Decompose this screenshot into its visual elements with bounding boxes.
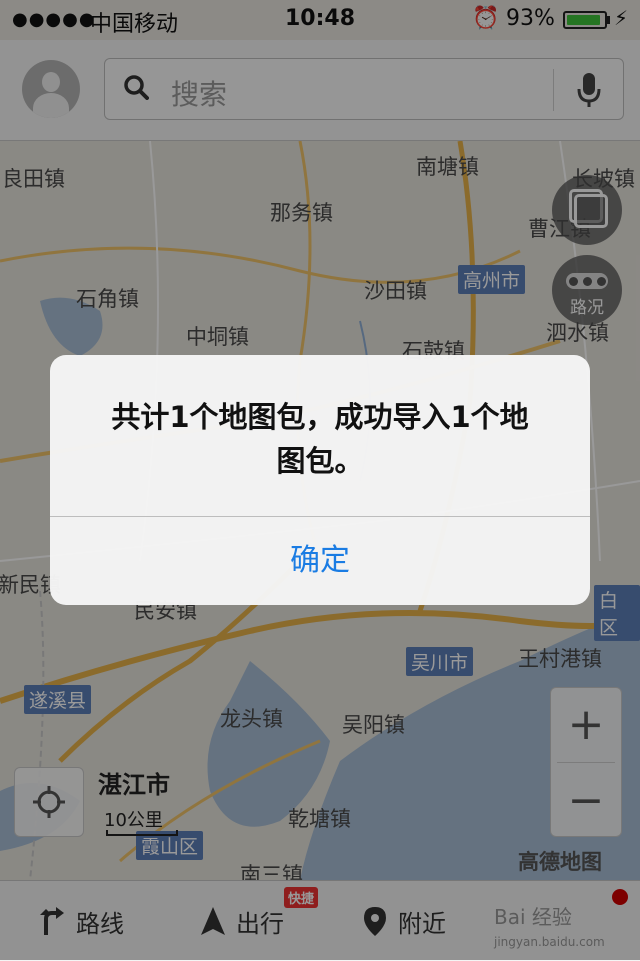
- alert-message: 共计1个地图包，成功导入1个地 图包。: [70, 395, 570, 483]
- import-alert-dialog: 共计1个地图包，成功导入1个地 图包。 确定: [50, 355, 590, 605]
- alert-message-line: 图包。: [276, 444, 364, 478]
- confirm-button[interactable]: 确定: [50, 517, 590, 605]
- alert-message-line: 共计1个地图包，成功导入1个地: [111, 400, 529, 434]
